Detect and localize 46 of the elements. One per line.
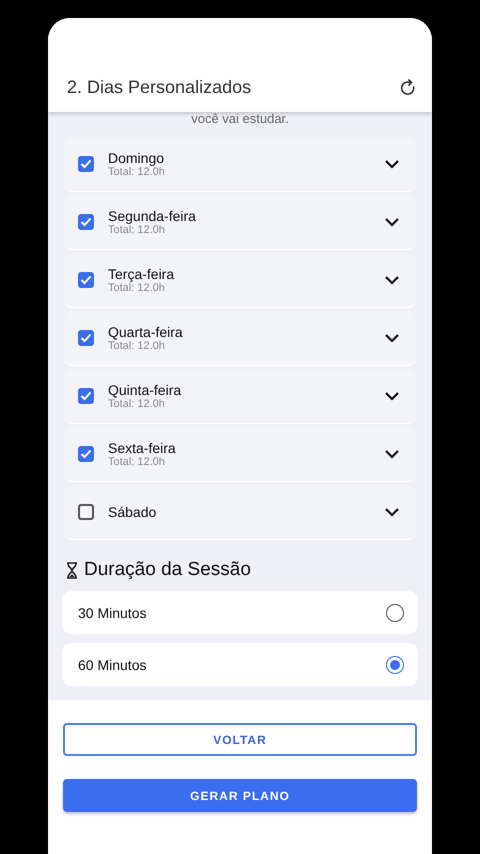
subtitle-text: você vai estudar. <box>190 112 290 128</box>
day-checkbox[interactable] <box>78 446 94 462</box>
day-total: Total: 12.0h <box>108 224 166 236</box>
chevron-down-icon[interactable] <box>384 449 400 459</box>
day-checkbox[interactable] <box>78 330 94 346</box>
day-row[interactable]: Sexta-feira Total: 12.0h <box>64 427 416 481</box>
day-name: Quarta-feira <box>108 324 184 340</box>
generate-plan-button[interactable]: GERAR PLANO <box>63 779 417 812</box>
day-name: Sábado <box>108 504 158 520</box>
section-title: Duração da Sessão <box>84 559 251 581</box>
day-name: Terça-feira <box>108 266 176 282</box>
day-name: Domingo <box>108 150 166 166</box>
radio-button[interactable] <box>386 656 404 674</box>
chevron-down-icon[interactable] <box>384 333 400 343</box>
duration-option[interactable]: 30 Minutos <box>62 591 418 634</box>
day-row[interactable]: Quarta-feira Total: 12.0h <box>64 311 416 365</box>
page-title: 2. Dias Personalizados <box>67 77 252 98</box>
day-row[interactable]: Domingo Total: 12.0h <box>64 137 416 191</box>
radio-button[interactable] <box>386 604 404 622</box>
day-checkbox[interactable] <box>78 388 94 404</box>
day-row[interactable]: Terça-feira Total: 12.0h <box>64 253 416 307</box>
day-total: Total: 12.0h <box>108 166 166 178</box>
day-name: Sexta-feira <box>108 440 177 456</box>
day-row[interactable]: Quinta-feira Total: 12.0h <box>64 369 416 423</box>
back-button[interactable]: VOLTAR <box>63 723 417 756</box>
day-total: Total: 12.0h <box>108 282 166 294</box>
day-row[interactable]: Sábado <box>64 485 416 539</box>
day-checkbox[interactable] <box>78 504 94 520</box>
day-name: Quinta-feira <box>108 382 182 398</box>
hourglass-icon <box>66 562 78 578</box>
day-row[interactable]: Segunda-feira Total: 12.0h <box>64 195 416 249</box>
day-total: Total: 12.0h <box>108 456 166 468</box>
day-checkbox[interactable] <box>78 272 94 288</box>
day-checkbox[interactable] <box>78 214 94 230</box>
day-checkbox[interactable] <box>78 156 94 172</box>
chevron-down-icon[interactable] <box>384 217 400 227</box>
option-label: 60 Minutos <box>78 656 146 672</box>
chevron-down-icon[interactable] <box>384 275 400 285</box>
chevron-down-icon[interactable] <box>384 159 400 169</box>
chevron-down-icon[interactable] <box>384 391 400 401</box>
day-total: Total: 12.0h <box>108 340 166 352</box>
chevron-down-icon[interactable] <box>384 507 400 517</box>
option-label: 30 Minutos <box>78 604 146 620</box>
duration-option[interactable]: 60 Minutos <box>62 643 418 686</box>
day-name: Segunda-feira <box>108 208 197 224</box>
day-total: Total: 12.0h <box>108 398 166 410</box>
